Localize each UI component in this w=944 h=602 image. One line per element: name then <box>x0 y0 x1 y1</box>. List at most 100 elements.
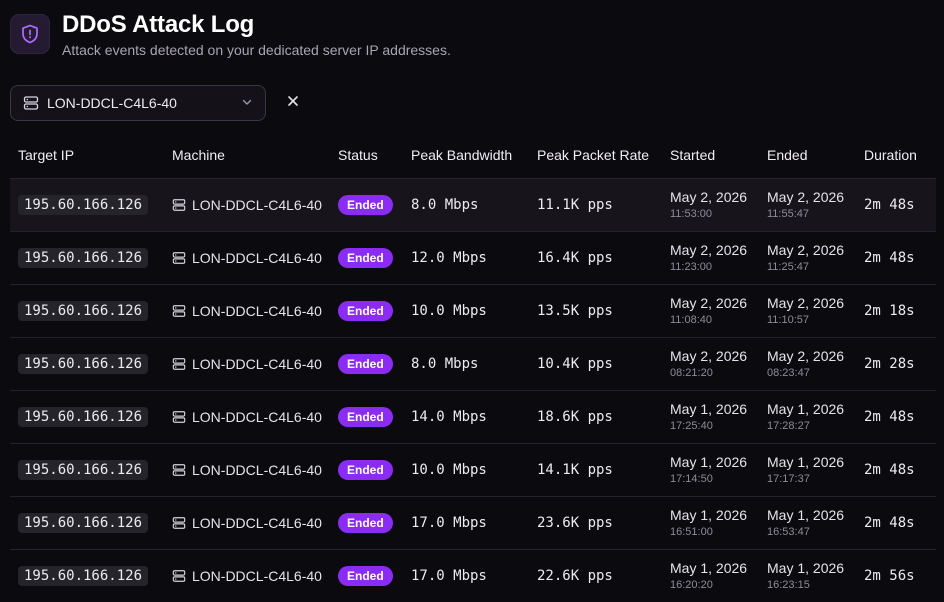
ip-address: 195.60.166.126 <box>18 353 149 374</box>
cell-machine: LON-DDCL-C4L6-40 <box>164 390 330 443</box>
start-time: 17:25:40 <box>670 420 713 432</box>
duration: 2m 48s <box>864 462 915 478</box>
cell-status: Ended <box>330 549 403 602</box>
machine-name: LON-DDCL-C4L6-40 <box>192 355 322 372</box>
duration: 2m 28s <box>864 356 915 372</box>
cell-peak-bandwidth: 17.0 Mbps <box>403 496 529 549</box>
machine-name: LON-DDCL-C4L6-40 <box>192 461 322 478</box>
table-row[interactable]: 195.60.166.126 LON-DDCL-C4L6-40 Ended 10… <box>10 443 936 496</box>
cell-target-ip: 195.60.166.126 <box>10 496 164 549</box>
machine-name: LON-DDCL-C4L6-40 <box>192 567 322 584</box>
duration: 2m 18s <box>864 303 915 319</box>
end-date: May 2, 2026 <box>767 295 845 311</box>
cell-duration: 2m 48s <box>856 496 936 549</box>
cell-status: Ended <box>330 337 403 390</box>
cell-ended: May 2, 2026 08:23:47 <box>759 337 856 390</box>
server-icon <box>172 198 186 212</box>
peak-bandwidth: 17.0 Mbps <box>411 515 487 531</box>
server-icon <box>172 569 186 583</box>
column-header-duration[interactable]: Duration <box>856 133 936 178</box>
peak-bandwidth: 14.0 Mbps <box>411 409 487 425</box>
duration: 2m 48s <box>864 250 915 266</box>
start-date: May 1, 2026 <box>670 401 748 417</box>
cell-duration: 2m 48s <box>856 390 936 443</box>
server-icon <box>172 516 186 530</box>
cell-started: May 1, 2026 16:51:00 <box>662 496 759 549</box>
start-date: May 1, 2026 <box>670 507 748 523</box>
table-row[interactable]: 195.60.166.126 LON-DDCL-C4L6-40 Ended 12… <box>10 231 936 284</box>
attack-table: Target IP Machine Status Peak Bandwidth … <box>10 133 936 602</box>
start-date: May 2, 2026 <box>670 295 748 311</box>
cell-target-ip: 195.60.166.126 <box>10 549 164 602</box>
duration: 2m 48s <box>864 409 915 425</box>
table-row[interactable]: 195.60.166.126 LON-DDCL-C4L6-40 Ended 8.… <box>10 178 936 231</box>
cell-machine: LON-DDCL-C4L6-40 <box>164 549 330 602</box>
cell-duration: 2m 48s <box>856 443 936 496</box>
cell-ended: May 2, 2026 11:10:57 <box>759 284 856 337</box>
peak-packet-rate: 14.1K pps <box>537 462 613 478</box>
cell-peak-packet-rate: 10.4K pps <box>529 337 662 390</box>
cell-peak-bandwidth: 10.0 Mbps <box>403 443 529 496</box>
start-time: 11:53:00 <box>670 208 713 220</box>
start-time: 16:20:20 <box>670 579 713 592</box>
column-header-machine[interactable]: Machine <box>164 133 330 178</box>
end-date: May 2, 2026 <box>767 242 845 258</box>
start-date: May 2, 2026 <box>670 348 748 364</box>
end-time: 16:23:15 <box>767 579 810 592</box>
cell-ended: May 1, 2026 17:28:27 <box>759 390 856 443</box>
cell-peak-packet-rate: 16.4K pps <box>529 231 662 284</box>
cell-started: May 2, 2026 08:21:20 <box>662 337 759 390</box>
peak-packet-rate: 13.5K pps <box>537 303 613 319</box>
server-icon <box>172 251 186 265</box>
server-icon <box>172 357 186 371</box>
status-badge: Ended <box>338 406 393 427</box>
end-date: May 1, 2026 <box>767 507 845 523</box>
table-row[interactable]: 195.60.166.126 LON-DDCL-C4L6-40 Ended 10… <box>10 284 936 337</box>
table-row[interactable]: 195.60.166.126 LON-DDCL-C4L6-40 Ended 8.… <box>10 337 936 390</box>
clear-filter-button[interactable] <box>280 90 306 116</box>
ip-address: 195.60.166.126 <box>18 512 149 533</box>
peak-packet-rate: 10.4K pps <box>537 356 613 372</box>
page-title: DDoS Attack Log <box>62 11 255 38</box>
machine-name: LON-DDCL-C4L6-40 <box>192 302 322 319</box>
peak-bandwidth: 17.0 Mbps <box>411 568 487 585</box>
status-badge: Ended <box>338 565 393 586</box>
cell-target-ip: 195.60.166.126 <box>10 284 164 337</box>
machine-name: LON-DDCL-C4L6-40 <box>192 249 322 266</box>
duration: 2m 48s <box>864 197 915 213</box>
column-header-started[interactable]: Started <box>662 133 759 178</box>
peak-packet-rate: 22.6K pps <box>537 568 613 585</box>
end-time: 17:28:27 <box>767 420 810 432</box>
machine-select[interactable]: LON-DDCL-C4L6-40 <box>10 85 266 121</box>
end-time: 17:17:37 <box>767 473 810 485</box>
table-row[interactable]: 195.60.166.126 LON-DDCL-C4L6-40 Ended 17… <box>10 496 936 549</box>
table-row[interactable]: 195.60.166.126 LON-DDCL-C4L6-40 Ended 14… <box>10 390 936 443</box>
peak-bandwidth: 8.0 Mbps <box>411 197 479 213</box>
ip-address: 195.60.166.126 <box>18 459 149 480</box>
start-date: May 2, 2026 <box>670 242 748 258</box>
cell-started: May 1, 2026 17:25:40 <box>662 390 759 443</box>
end-time: 08:23:47 <box>767 367 810 379</box>
table-row[interactable]: 195.60.166.126 LON-DDCL-C4L6-40 Ended 17… <box>10 549 936 602</box>
cell-peak-bandwidth: 8.0 Mbps <box>403 337 529 390</box>
server-icon <box>172 410 186 424</box>
start-time: 17:14:50 <box>670 473 713 485</box>
status-badge: Ended <box>338 247 393 268</box>
column-header-ended[interactable]: Ended <box>759 133 856 178</box>
cell-ended: May 1, 2026 17:17:37 <box>759 443 856 496</box>
start-time: 11:08:40 <box>670 314 713 326</box>
cell-duration: 2m 48s <box>856 231 936 284</box>
cell-machine: LON-DDCL-C4L6-40 <box>164 496 330 549</box>
server-icon <box>172 463 186 477</box>
filter-row: LON-DDCL-C4L6-40 <box>10 85 306 121</box>
cell-machine: LON-DDCL-C4L6-40 <box>164 284 330 337</box>
ip-address: 195.60.166.126 <box>18 565 149 586</box>
column-header-status[interactable]: Status <box>330 133 403 178</box>
machine-name: LON-DDCL-C4L6-40 <box>192 408 322 425</box>
column-header-peak-bandwidth[interactable]: Peak Bandwidth <box>403 133 529 178</box>
cell-machine: LON-DDCL-C4L6-40 <box>164 231 330 284</box>
column-header-peak-packet-rate[interactable]: Peak Packet Rate <box>529 133 662 178</box>
cell-ended: May 2, 2026 11:25:47 <box>759 231 856 284</box>
column-header-target-ip[interactable]: Target IP <box>10 133 164 178</box>
cell-machine: LON-DDCL-C4L6-40 <box>164 443 330 496</box>
